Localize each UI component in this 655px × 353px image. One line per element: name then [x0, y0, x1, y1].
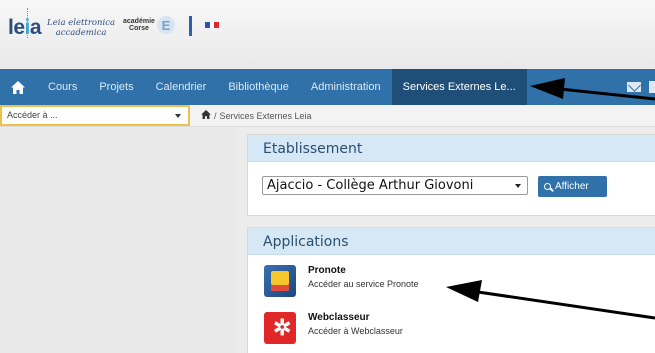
main-navbar: Cours Projets Calendrier Bibliothèque Ad… — [0, 69, 655, 105]
mail-icon[interactable] — [627, 82, 641, 92]
chevron-down-icon — [515, 184, 521, 188]
academie-e-logo: E — [156, 16, 175, 34]
breadcrumb: / Services Externes Leia — [201, 110, 312, 122]
home-icon[interactable] — [0, 69, 37, 105]
french-flag-icon — [204, 22, 219, 28]
breadcrumb-current: Services Externes Leia — [219, 111, 312, 121]
institution-logos: académie Corse E — [123, 14, 219, 36]
logo-wordmark: leia — [8, 8, 42, 39]
app-name[interactable]: Pronote — [308, 265, 419, 277]
marianne-logo — [183, 14, 197, 36]
pronote-icon[interactable] — [264, 265, 296, 297]
user-icon[interactable] — [649, 81, 655, 93]
leia-logo[interactable]: leia Leia elettronica accademica — [8, 8, 116, 40]
app-description: Accéder à Webclasseur — [308, 326, 403, 336]
afficher-button[interactable]: Afficher — [538, 176, 607, 197]
school-select[interactable]: Ajaccio - Collège Arthur Giovoni — [262, 176, 528, 195]
nav-item-administration[interactable]: Administration — [300, 69, 392, 105]
sub-toolbar: Accéder à ... / Services Externes Leia — [0, 105, 655, 127]
nav-item-bibliotheque[interactable]: Bibliothèque — [217, 69, 300, 105]
webclasseur-icon[interactable]: ✲ — [264, 312, 296, 344]
nav-item-calendrier[interactable]: Calendrier — [145, 69, 218, 105]
academie-corse-logo: académie Corse — [123, 18, 155, 32]
nav-item-projets[interactable]: Projets — [88, 69, 144, 105]
app-item-pronote[interactable]: Pronote Accéder au service Pronote — [264, 265, 419, 297]
goto-select[interactable]: Accéder à ... — [0, 105, 190, 126]
left-sidebar — [0, 127, 237, 353]
search-icon — [544, 183, 551, 190]
app-item-webclasseur[interactable]: ✲ Webclasseur Accéder à Webclasseur — [264, 312, 403, 344]
chevron-down-icon — [175, 114, 181, 118]
breadcrumb-separator: / — [214, 111, 217, 121]
app-header: leia Leia elettronica accademica académi… — [0, 0, 655, 68]
applications-title: Applications — [248, 228, 655, 255]
etablissement-title: Etablissement — [248, 135, 655, 162]
app-description: Accéder au service Pronote — [308, 279, 419, 289]
etablissement-panel: Etablissement Ajaccio - Collège Arthur G… — [247, 134, 655, 216]
nav-right-tools — [627, 69, 655, 105]
breadcrumb-home-icon[interactable] — [201, 110, 211, 122]
app-name[interactable]: Webclasseur — [308, 312, 403, 324]
nav-item-cours[interactable]: Cours — [37, 69, 88, 105]
school-select-value: Ajaccio - Collège Arthur Giovoni — [267, 178, 474, 193]
logo-subtitle: Leia elettronica accademica — [47, 18, 116, 38]
nav-item-services-externes[interactable]: Services Externes Le... — [391, 69, 527, 105]
applications-panel: Applications Pronote Accéder au service … — [247, 227, 655, 353]
